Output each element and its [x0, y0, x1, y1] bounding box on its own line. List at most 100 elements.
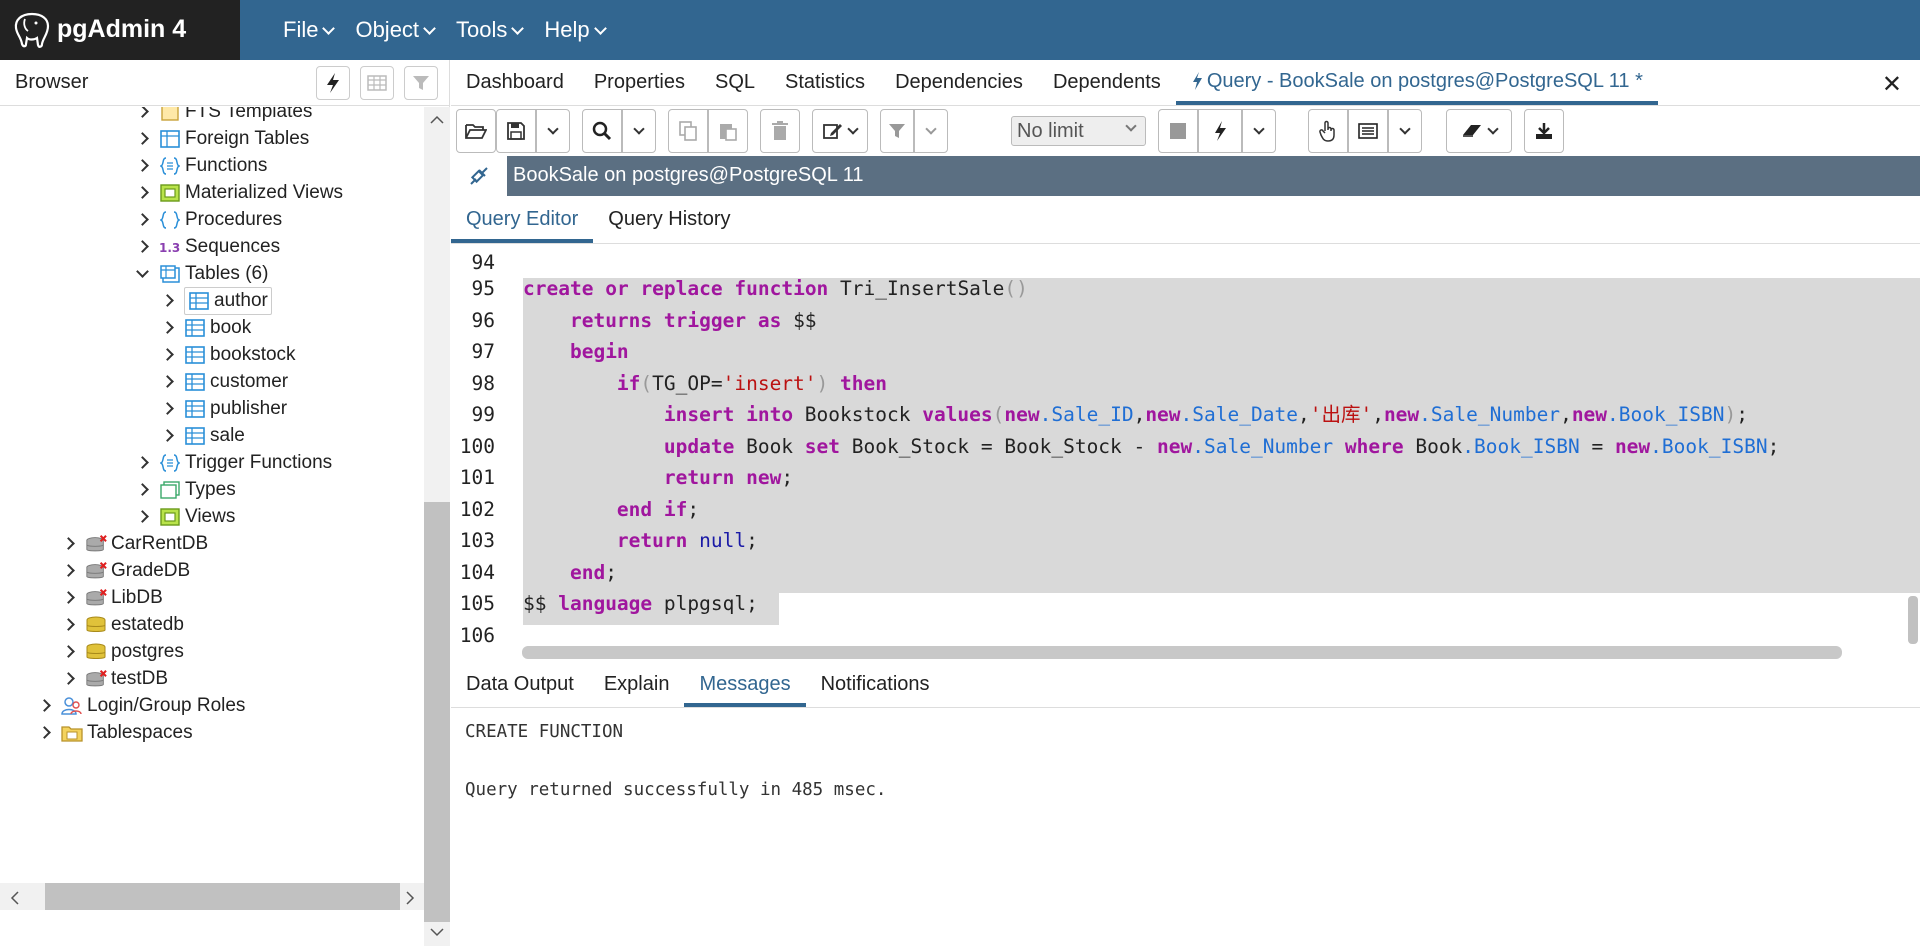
execute-options-dropdown[interactable]	[1242, 109, 1276, 153]
brand[interactable]: pgAdmin 4	[0, 0, 240, 60]
tab-statistics[interactable]: Statistics	[770, 60, 880, 105]
save-button[interactable]	[496, 109, 536, 153]
paste-button[interactable]	[708, 109, 748, 153]
chevron-right-icon[interactable]	[62, 564, 75, 577]
editor-horizontal-scrollbar[interactable]	[522, 646, 1842, 659]
explain-analyze-button[interactable]	[1348, 109, 1388, 153]
chevron-right-icon[interactable]	[38, 699, 51, 712]
clear-button[interactable]	[1446, 109, 1512, 153]
tree-item[interactable]: Tablespaces	[38, 716, 193, 749]
chevron-down-icon[interactable]	[136, 264, 149, 278]
browser-scroll-thumb[interactable]	[424, 502, 450, 922]
tree-item-label: Login/Group Roles	[87, 694, 246, 716]
chevron-right-icon[interactable]	[161, 294, 174, 307]
query-tool-button[interactable]	[316, 66, 350, 100]
table-icon	[184, 372, 206, 392]
chevron-right-icon[interactable]	[161, 321, 174, 334]
tree-item-label: Types	[185, 478, 236, 500]
tab-query-editor[interactable]: Query Editor	[451, 196, 594, 243]
browser-vertical-scrollbar[interactable]	[424, 107, 450, 946]
chevron-right-icon[interactable]	[136, 483, 149, 496]
tab-notifications[interactable]: Notifications	[806, 662, 945, 707]
browser-hscroll-thumb[interactable]	[45, 883, 400, 910]
chevron-right-icon[interactable]	[136, 240, 149, 253]
close-icon[interactable]: ✕	[1882, 70, 1902, 99]
tab-sql[interactable]: SQL	[700, 60, 770, 105]
chevron-down-icon	[1253, 123, 1265, 135]
filter-rows-button[interactable]	[880, 109, 914, 153]
paste-icon	[720, 124, 737, 141]
filter-options-dropdown[interactable]	[914, 109, 948, 153]
chevron-right-icon[interactable]	[136, 213, 149, 226]
browser-horizontal-scrollbar[interactable]	[0, 883, 424, 910]
find-button[interactable]	[582, 109, 622, 153]
scroll-left-icon[interactable]	[10, 891, 20, 905]
edit-button[interactable]	[812, 109, 868, 153]
chevron-right-icon[interactable]	[62, 591, 75, 604]
chevron-right-icon[interactable]	[161, 402, 174, 415]
chevron-right-icon[interactable]	[62, 618, 75, 631]
chevron-right-icon[interactable]	[136, 186, 149, 199]
explain-button[interactable]	[1308, 109, 1348, 153]
chevron-right-icon[interactable]	[62, 537, 75, 550]
sql-code-editor[interactable]: 94 95 create or replace function Tri_Inse…	[451, 247, 1920, 647]
scroll-up-icon[interactable]	[430, 115, 444, 125]
chevron-right-icon[interactable]	[62, 672, 75, 685]
connection-status-box[interactable]	[451, 156, 507, 196]
download-icon	[1536, 123, 1552, 139]
tab-query-tool[interactable]: Query - BookSale on postgres@PostgreSQL …	[1175, 60, 1658, 105]
chevron-right-icon[interactable]	[161, 348, 174, 361]
menu-help[interactable]: Help	[544, 0, 607, 60]
row-limit-value: No limit	[1017, 120, 1084, 142]
code-text: insert into Bookstock values(new.Sale_ID…	[663, 403, 1748, 426]
materialized-view-icon	[159, 183, 181, 203]
chevron-right-icon[interactable]	[136, 456, 149, 469]
tab-query-history[interactable]: Query History	[593, 196, 745, 243]
scroll-down-icon[interactable]	[430, 927, 444, 937]
scroll-right-icon[interactable]	[405, 891, 415, 905]
tree-item-label: customer	[210, 370, 289, 392]
chevron-right-icon[interactable]	[62, 645, 75, 658]
chevron-right-icon[interactable]	[161, 429, 174, 442]
hand-pointer-icon	[1319, 120, 1335, 142]
cancel-query-button[interactable]	[1158, 109, 1198, 153]
find-options-dropdown[interactable]	[622, 109, 656, 153]
row-limit-select[interactable]: No limit	[1011, 116, 1146, 146]
delete-button[interactable]	[760, 109, 800, 153]
connection-label: BookSale on postgres@PostgreSQL 11	[513, 164, 864, 186]
filter-button[interactable]	[404, 66, 438, 100]
tab-explain[interactable]: Explain	[589, 662, 685, 707]
chevron-right-icon[interactable]	[136, 510, 149, 523]
code-line: 104 end;	[451, 557, 1920, 589]
chevron-right-icon[interactable]	[136, 107, 149, 118]
menu-file[interactable]: File	[283, 0, 336, 60]
tree-item-label: Sequences	[185, 235, 281, 257]
tab-dependents[interactable]: Dependents	[1038, 60, 1176, 105]
chevron-right-icon[interactable]	[161, 375, 174, 388]
main-tabs: Dashboard Properties SQL Statistics Depe…	[451, 60, 1920, 106]
tab-dashboard[interactable]: Dashboard	[451, 60, 579, 105]
tab-data-output[interactable]: Data Output	[451, 662, 589, 707]
lightning-icon	[1215, 121, 1226, 141]
tab-properties[interactable]: Properties	[579, 60, 700, 105]
save-options-dropdown[interactable]	[536, 109, 570, 153]
view-data-button[interactable]	[360, 66, 394, 100]
copy-button[interactable]	[668, 109, 708, 153]
tab-dependencies[interactable]: Dependencies	[880, 60, 1038, 105]
tab-messages[interactable]: Messages	[684, 662, 806, 707]
editor-vertical-scrollbar[interactable]	[1908, 596, 1918, 644]
trash-icon	[772, 121, 788, 140]
chevron-right-icon[interactable]	[136, 159, 149, 172]
execute-button[interactable]	[1198, 109, 1242, 153]
explain-options-dropdown[interactable]	[1388, 109, 1422, 153]
open-file-button[interactable]	[456, 109, 496, 153]
main-menu: File Object Tools Help	[283, 0, 627, 60]
brand-arrow	[210, 0, 240, 60]
chevron-right-icon[interactable]	[136, 132, 149, 145]
menu-tools[interactable]: Tools	[456, 0, 525, 60]
view-icon	[159, 507, 181, 527]
menu-object[interactable]: Object	[355, 0, 436, 60]
chevron-right-icon[interactable]	[38, 726, 51, 739]
download-button[interactable]	[1524, 109, 1564, 153]
